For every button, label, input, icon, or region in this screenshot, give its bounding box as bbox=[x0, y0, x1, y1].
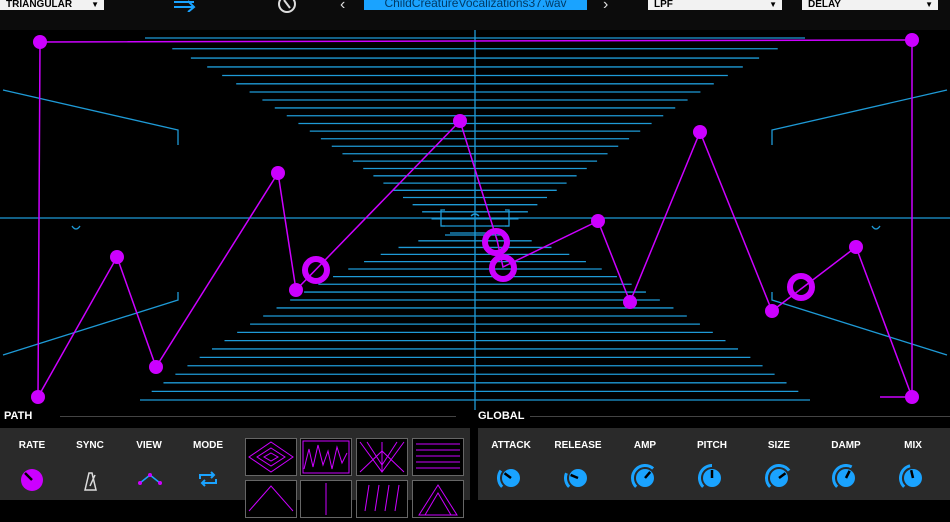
size-label: SIZE bbox=[767, 440, 791, 451]
path-node[interactable] bbox=[31, 390, 45, 404]
path-node[interactable] bbox=[289, 283, 303, 297]
path-node[interactable] bbox=[693, 125, 707, 139]
path-node[interactable] bbox=[271, 166, 285, 180]
chevron-down-icon: ▼ bbox=[769, 0, 777, 9]
path-node[interactable] bbox=[453, 114, 467, 128]
path-shape-dropdown[interactable]: TRIANGULAR ▼ bbox=[0, 0, 104, 10]
path-preset-thumbnail[interactable] bbox=[300, 480, 352, 518]
mix-label: MIX bbox=[904, 440, 922, 451]
path-preset-thumbnail[interactable] bbox=[245, 480, 297, 518]
sync-label: SYNC bbox=[76, 440, 104, 451]
path-node[interactable] bbox=[33, 35, 47, 49]
previous-file-icon[interactable]: ‹ bbox=[340, 0, 345, 14]
path-preset-thumbnail[interactable] bbox=[412, 438, 464, 476]
rate-label: RATE bbox=[18, 440, 46, 451]
attack-knob[interactable] bbox=[497, 464, 525, 492]
rate-knob[interactable] bbox=[18, 466, 46, 494]
path-preset-thumbnail[interactable] bbox=[412, 480, 464, 518]
knob-value-arc bbox=[564, 472, 571, 488]
view-label: VIEW bbox=[136, 440, 162, 451]
amp-label: AMP bbox=[633, 440, 657, 451]
release-label: RELEASE bbox=[554, 440, 602, 451]
mode-label: MODE bbox=[193, 440, 223, 451]
path-preset-thumbnail[interactable] bbox=[356, 480, 408, 518]
path-node[interactable] bbox=[849, 240, 863, 254]
pitch-knob[interactable] bbox=[698, 464, 726, 492]
path-node[interactable] bbox=[905, 33, 919, 47]
chevron-down-icon: ▼ bbox=[91, 0, 99, 9]
release-knob[interactable] bbox=[564, 464, 592, 492]
path-section-divider bbox=[60, 416, 456, 417]
pitch-label: PITCH bbox=[697, 440, 727, 451]
path-shape-value: TRIANGULAR bbox=[6, 0, 73, 10]
filter-value: LPF bbox=[654, 0, 673, 10]
filter-dropdown[interactable]: LPF ▼ bbox=[648, 0, 782, 10]
flow-arrows-icon[interactable] bbox=[172, 0, 198, 12]
effect-dropdown[interactable]: DELAY ▼ bbox=[802, 0, 938, 10]
record-icon[interactable] bbox=[276, 0, 298, 14]
path-preset-thumbnail[interactable] bbox=[245, 438, 297, 476]
path-preset-thumbnail[interactable] bbox=[356, 438, 408, 476]
next-file-icon[interactable]: › bbox=[603, 0, 608, 14]
mix-knob[interactable] bbox=[899, 464, 927, 492]
knob-value-arc bbox=[497, 469, 504, 488]
spatial-path-view[interactable] bbox=[0, 30, 950, 410]
path-section-label: PATH bbox=[0, 410, 37, 422]
playhead-ring[interactable] bbox=[489, 254, 517, 282]
triangle-path-icon[interactable] bbox=[138, 472, 162, 486]
damp-knob[interactable] bbox=[832, 464, 860, 492]
path-node[interactable] bbox=[591, 214, 605, 228]
effect-value: DELAY bbox=[808, 0, 841, 10]
path-node[interactable] bbox=[110, 250, 124, 264]
global-section-label: GLOBAL bbox=[474, 410, 529, 422]
amp-knob[interactable] bbox=[631, 464, 659, 492]
metronome-icon[interactable] bbox=[80, 470, 100, 492]
damp-label: DAMP bbox=[831, 440, 861, 451]
path-canvas[interactable] bbox=[0, 30, 950, 410]
top-toolbar: TRIANGULAR ▼ ‹ ChildCreatureVocalization… bbox=[0, 0, 950, 30]
global-section-divider bbox=[530, 416, 950, 417]
chevron-down-icon: ▼ bbox=[925, 0, 933, 9]
attack-label: ATTACK bbox=[491, 440, 531, 451]
sample-filename[interactable]: ChildCreatureVocalizations37.wav bbox=[364, 0, 587, 10]
path-node[interactable] bbox=[905, 390, 919, 404]
path-node[interactable] bbox=[765, 304, 779, 318]
size-knob[interactable] bbox=[765, 464, 793, 492]
playhead-ring[interactable] bbox=[787, 273, 815, 301]
path-node[interactable] bbox=[623, 295, 637, 309]
loop-icon[interactable] bbox=[196, 470, 220, 488]
frame-lines bbox=[0, 30, 950, 410]
path-node[interactable] bbox=[149, 360, 163, 374]
path-preset-thumbnail[interactable] bbox=[300, 438, 352, 476]
